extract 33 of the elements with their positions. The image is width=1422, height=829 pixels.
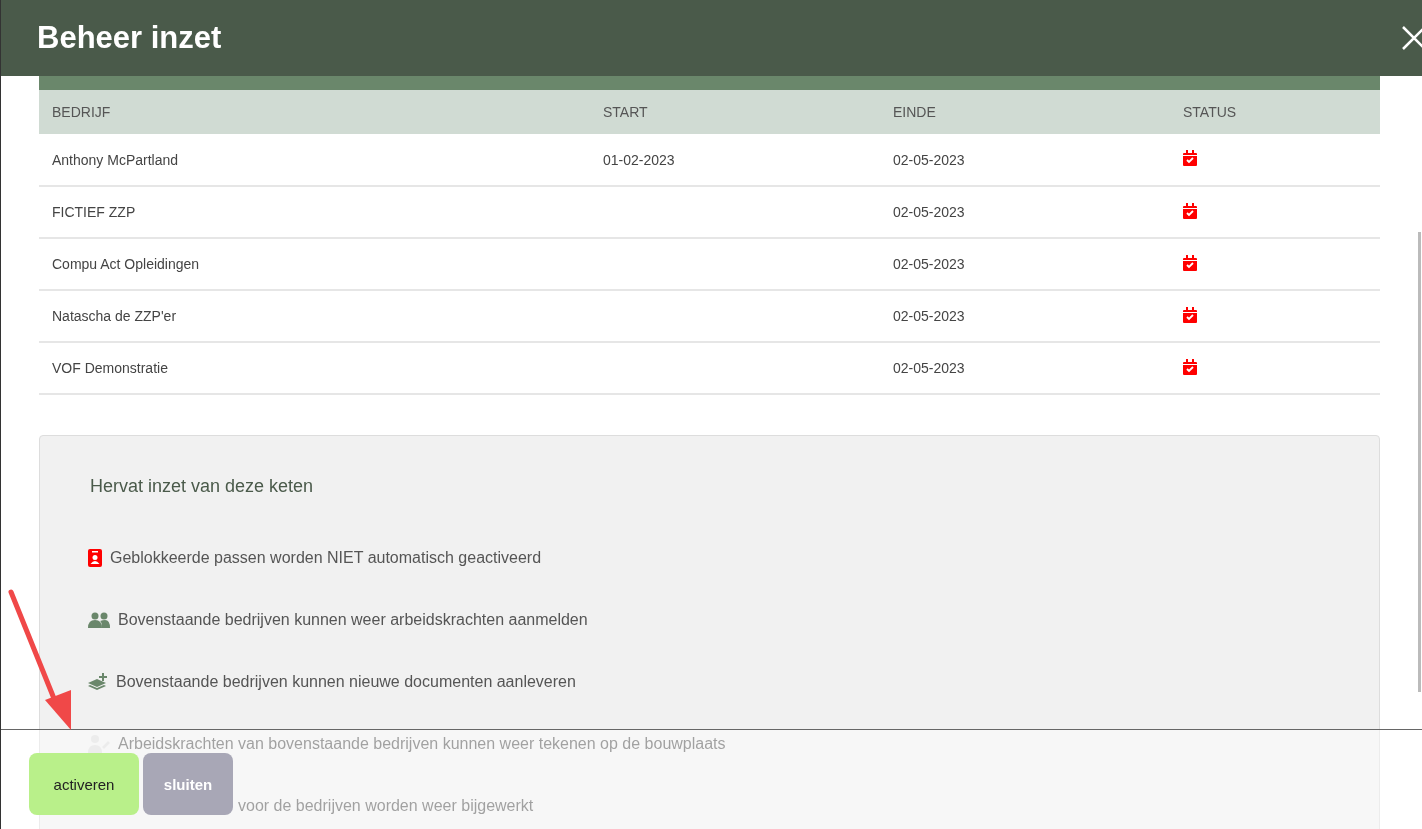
panel-title: Hervat inzet van deze keten <box>90 476 315 497</box>
id-badge-icon <box>88 549 102 567</box>
calendar-check-icon <box>1183 202 1197 219</box>
company-cell: VOF Demonstratie <box>39 342 590 394</box>
company-cell: Natascha de ZZP'er <box>39 290 590 342</box>
column-header: STATUS <box>1170 90 1380 134</box>
info-text: voor de bedrijven worden weer bijgewerkt <box>238 797 534 815</box>
info-text: Bovenstaande bedrijven kunnen nieuwe documenten aanleveren <box>116 673 576 691</box>
users-icon <box>88 612 110 628</box>
close-button[interactable] <box>1400 25 1422 51</box>
calendar-check-icon <box>1183 306 1197 323</box>
end-date-cell: 02-05-2023 <box>880 186 1170 238</box>
column-header: EINDE <box>880 90 1170 134</box>
person-icon <box>88 735 110 753</box>
end-date-cell: 02-05-2023 <box>880 290 1170 342</box>
calendar-check-icon <box>1183 358 1197 375</box>
calendar-check-icon <box>1183 150 1197 166</box>
info-text: Arbeidskrachten van bovenstaande bedrijven kunnen weer tekenen op de bouwplaats <box>118 735 726 753</box>
end-date-cell: 02-05-2023 <box>880 238 1170 290</box>
end-date-cell: 02-05-2023 <box>880 342 1170 394</box>
company-cell: Compu Act Opleidingen <box>39 238 590 290</box>
info-text: Bovenstaande bedrijven kunnen weer arbeidskrachten aanmelden <box>118 611 588 629</box>
start-date-cell: 01-02-2023 <box>590 134 880 186</box>
company-cell: Anthony McPartland <box>39 134 590 186</box>
calendar-check-icon <box>1183 254 1197 271</box>
company-cell: FICTIEF ZZP <box>39 186 590 238</box>
column-header: START <box>590 90 880 134</box>
layers-plus-icon <box>88 673 108 691</box>
info-text: Geblokkeerde passen worden NIET automatisch geactiveerd <box>110 549 542 567</box>
dialog-title: Beheer inzet <box>37 20 222 56</box>
column-header: BEDRIJF <box>39 90 590 134</box>
activate-button[interactable]: activeren <box>29 753 139 815</box>
end-date-cell: 02-05-2023 <box>880 134 1170 186</box>
